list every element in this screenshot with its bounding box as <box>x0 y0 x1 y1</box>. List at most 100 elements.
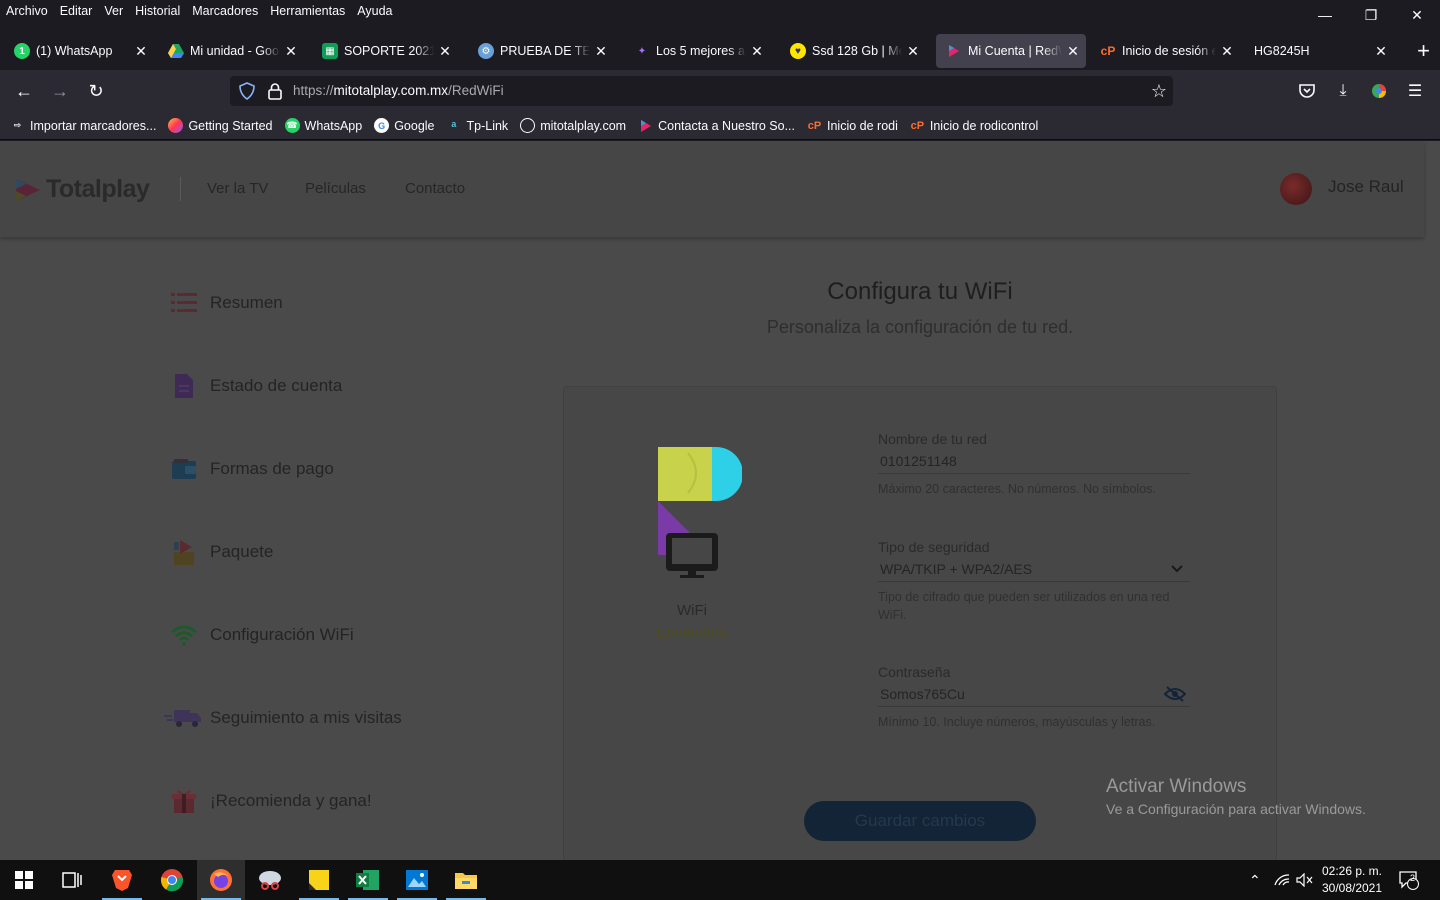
password-input[interactable]: Somos765Cu <box>878 680 1190 707</box>
tab-hg8245h[interactable]: HG8245H ✕ <box>1244 34 1394 68</box>
menu-ver[interactable]: Ver <box>98 0 129 20</box>
tab-soporte[interactable]: ▦ SOPORTE 2021 - Hojas ✕ <box>312 34 458 68</box>
downloads-icon[interactable]: ⤓ <box>1332 81 1354 101</box>
maximize-icon[interactable]: ❐ <box>1348 0 1394 30</box>
menu-marcadores[interactable]: Marcadores <box>186 0 264 20</box>
tracking-shield-icon[interactable] <box>238 82 256 100</box>
site-header: Totalplay Ver la TV Películas Contacto J… <box>0 141 1424 237</box>
menu-bar: Archivo Editar Ver Historial Marcadores … <box>0 0 1440 32</box>
network-name-hint: Máximo 20 caracteres. No números. No sím… <box>878 482 1156 496</box>
show-hidden-icons[interactable]: ⌃ <box>1249 860 1261 900</box>
close-window-icon[interactable]: ✕ <box>1394 0 1440 30</box>
network-name-label: Nombre de tu red <box>878 431 987 447</box>
save-changes-button[interactable]: Guardar cambios <box>804 801 1036 841</box>
close-icon[interactable]: ✕ <box>1220 43 1234 60</box>
notifications-icon[interactable]: 2 <box>1398 860 1420 900</box>
tab-drive[interactable]: Mi unidad - Google Drive ✕ <box>158 34 304 68</box>
bookmark-google[interactable]: G Google <box>374 118 435 133</box>
sidebar-item-recomienda[interactable]: ¡Recomienda y gana! <box>170 781 372 821</box>
brave-icon <box>112 870 132 891</box>
url-text[interactable]: https://mitotalplay.com.mx/RedWiFi <box>293 83 504 98</box>
menu-hamburger-icon[interactable]: ☰ <box>1404 81 1426 101</box>
new-tab-button[interactable]: + <box>1417 38 1430 64</box>
bookmark-importar[interactable]: ⇨ Importar marcadores... <box>10 118 157 133</box>
taskbar-file-explorer[interactable] <box>442 860 490 900</box>
avatar[interactable] <box>1280 173 1312 205</box>
tab-inicio-sesion[interactable]: cP Inicio de sesión en ✕ <box>1090 34 1240 68</box>
forward-icon[interactable]: → <box>48 79 72 103</box>
sidebar-item-configuracion-wifi[interactable]: Configuración WiFi <box>170 615 354 655</box>
bookmark-getting-started[interactable]: Getting Started <box>168 118 273 133</box>
close-icon[interactable]: ✕ <box>906 43 920 60</box>
document-icon <box>170 372 198 400</box>
close-icon[interactable]: ✕ <box>134 43 148 60</box>
chevron-down-icon[interactable] <box>1170 561 1184 577</box>
header-divider <box>180 177 181 201</box>
close-icon[interactable]: ✕ <box>1374 43 1388 60</box>
eye-slash-icon[interactable] <box>1163 686 1187 705</box>
cpanel-icon: cP <box>1100 44 1116 58</box>
menu-archivo[interactable]: Archivo <box>0 0 54 20</box>
chrome-icon <box>160 869 184 892</box>
password-value: Somos765Cu <box>880 686 965 702</box>
tab-mi-cuenta[interactable]: Mi Cuenta | RedWiFi ✕ <box>936 34 1086 68</box>
taskbar-chrome[interactable] <box>148 860 196 900</box>
start-button[interactable] <box>0 860 48 900</box>
task-view-button[interactable] <box>48 860 96 900</box>
nav-peliculas[interactable]: Películas <box>305 180 366 197</box>
menu-historial[interactable]: Historial <box>129 0 186 20</box>
totalplay-logo[interactable]: Totalplay <box>14 175 150 204</box>
lock-icon[interactable] <box>266 82 284 100</box>
close-icon[interactable]: ✕ <box>1066 43 1080 60</box>
back-icon[interactable]: ← <box>12 79 36 103</box>
mercadolibre-icon: ♥ <box>790 43 806 59</box>
network-name-input[interactable]: 0101251148 <box>878 447 1190 474</box>
windows-icon <box>15 871 33 889</box>
volume-muted-icon[interactable] <box>1296 860 1314 900</box>
totalplay-logo-icon <box>16 178 40 201</box>
sidebar-item-estado-de-cuenta[interactable]: Estado de cuenta <box>170 366 342 406</box>
close-icon[interactable]: ✕ <box>594 43 608 60</box>
taskbar-brave[interactable] <box>98 860 146 900</box>
cpanel-icon: cP <box>910 119 925 132</box>
tab-whatsapp[interactable]: 1 (1) WhatsApp ✕ <box>4 34 154 68</box>
taskbar-excel[interactable] <box>344 860 392 900</box>
reload-icon[interactable]: ↻ <box>84 79 108 103</box>
user-name[interactable]: Jose Raul <box>1328 177 1404 197</box>
pocket-icon[interactable] <box>1296 81 1318 101</box>
wifi-status[interactable]: Encendido <box>636 624 748 641</box>
bookmark-tplink[interactable]: ᵃ Tp-Link <box>447 118 509 133</box>
bookmark-inicio-rodi[interactable]: cP Inicio de rodi <box>807 118 898 133</box>
wifi-label: WiFi <box>677 602 707 619</box>
extension-icon[interactable] <box>1368 81 1390 101</box>
menu-herramientas[interactable]: Herramientas <box>264 0 351 20</box>
minimize-icon[interactable]: — <box>1302 0 1348 30</box>
tab-mercado[interactable]: ♥ Ssd 128 Gb | Mercado ✕ <box>780 34 926 68</box>
address-bar[interactable]: https://mitotalplay.com.mx/RedWiFi ☆ <box>230 76 1173 106</box>
network-icon[interactable] <box>1274 860 1290 900</box>
security-type-select[interactable]: WPA/TKIP + WPA2/AES <box>878 555 1190 582</box>
taskbar-snipping[interactable] <box>246 860 294 900</box>
wifi-icon <box>170 621 198 649</box>
close-icon[interactable]: ✕ <box>750 43 764 60</box>
menu-editar[interactable]: Editar <box>54 0 99 20</box>
taskbar-sticky-notes[interactable] <box>295 860 343 900</box>
taskbar-photos[interactable] <box>393 860 441 900</box>
bookmark-star-icon[interactable]: ☆ <box>1151 81 1167 102</box>
bookmark-mitotalplay[interactable]: mitotalplay.com <box>520 118 626 133</box>
nav-ver-la-tv[interactable]: Ver la TV <box>207 180 268 197</box>
bookmark-contacta[interactable]: Contacta a Nuestro So... <box>638 118 795 133</box>
bookmark-inicio-rodicontrol[interactable]: cP Inicio de rodicontrol <box>910 118 1039 133</box>
sidebar-item-seguimiento[interactable]: Seguimiento a mis visitas <box>164 698 402 738</box>
tab-antivirus[interactable]: ✦ Los 5 mejores antivirus ✕ <box>624 34 770 68</box>
sidebar-item-formas-de-pago[interactable]: Formas de pago <box>170 449 334 489</box>
taskbar-firefox[interactable] <box>197 860 245 900</box>
system-clock[interactable]: 02:26 p. m. 30/08/2021 <box>1316 863 1388 897</box>
nav-contacto[interactable]: Contacto <box>405 180 465 197</box>
sidebar-item-paquete[interactable]: Paquete <box>170 532 273 572</box>
close-icon[interactable]: ✕ <box>284 43 298 60</box>
tab-prueba-teclado[interactable]: ⚙ PRUEBA DE TECLADO ✕ <box>468 34 614 68</box>
close-icon[interactable]: ✕ <box>438 43 452 60</box>
bookmark-whatsapp[interactable]: ☎ WhatsApp <box>284 118 362 133</box>
menu-ayuda[interactable]: Ayuda <box>351 0 398 20</box>
